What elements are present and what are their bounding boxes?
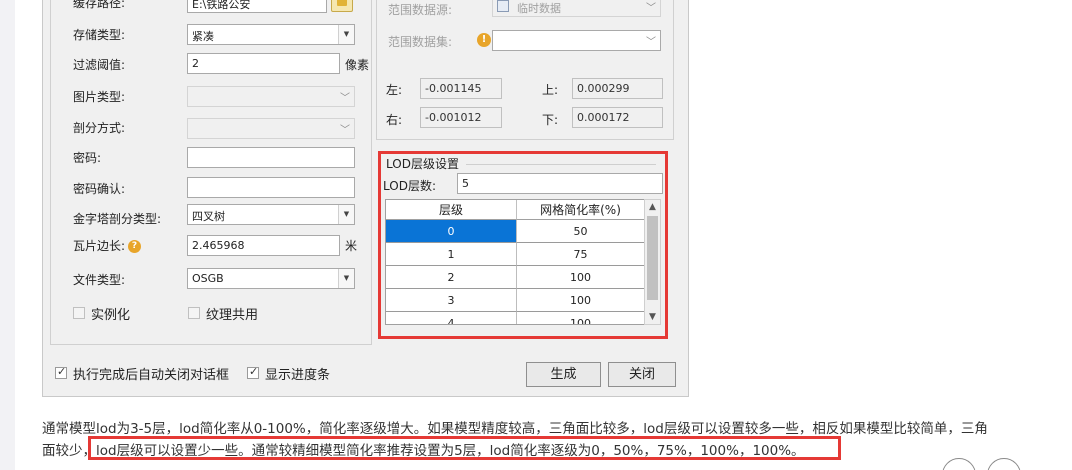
dropdown-arrow-icon[interactable]: ▼ [338, 205, 354, 224]
bound-top-value[interactable]: 0.000299 [572, 78, 663, 99]
page-gutter [0, 0, 15, 470]
table-row-level[interactable]: 2 [386, 266, 517, 289]
range-dataset-select[interactable]: ﹀ [492, 30, 661, 51]
dropdown-arrow-icon[interactable]: ▼ [338, 269, 354, 288]
tile-side-length-text: 瓦片边长: [73, 239, 126, 253]
table-row-rate[interactable]: 100 [517, 312, 644, 324]
column-header-level[interactable]: 层级 [386, 200, 517, 220]
image-type-label: 图片类型: [73, 90, 126, 104]
filter-threshold-unit: 像素 [345, 58, 370, 72]
image-type-select[interactable]: ﹀ [187, 86, 355, 107]
texture-sharing-checkbox[interactable] [188, 307, 200, 319]
tile-side-length-unit: 米 [345, 239, 358, 253]
tile-side-length-label: 瓦片边长:? [73, 237, 142, 254]
storage-type-value: 紧凑 [192, 30, 214, 43]
lod-settings-highlight: LOD层级设置 LOD层数: 5 层级 网格简化率(%) 0 50 1 75 2… [378, 151, 668, 339]
bound-bottom-label: 下: [542, 113, 559, 127]
dropdown-arrow-icon[interactable]: ▼ [338, 25, 354, 44]
confirm-password-input[interactable] [187, 177, 355, 198]
bound-left-value[interactable]: -0.001145 [420, 78, 502, 99]
password-input[interactable] [187, 147, 355, 168]
generate-button[interactable]: 生成 [526, 362, 601, 387]
pyramid-split-type-label: 金字塔剖分类型: [73, 212, 162, 226]
auto-close-checkbox[interactable] [55, 365, 67, 379]
show-progress-label: 显示进度条 [265, 368, 331, 383]
password-label: 密码: [73, 151, 102, 165]
column-header-simplify-rate[interactable]: 网格简化率(%) [517, 200, 644, 220]
table-row-level[interactable]: 0 [386, 220, 517, 243]
range-datasource-select[interactable]: 临时数据 ﹀ [492, 0, 661, 17]
split-mode-label: 剖分方式: [73, 121, 126, 135]
cache-path-label: 缓存路径: [73, 0, 126, 10]
table-row-rate[interactable]: 75 [517, 243, 644, 266]
close-button[interactable]: 关闭 [608, 362, 676, 387]
chevron-down-icon: ﹀ [340, 125, 350, 136]
show-progress-checkbox[interactable] [247, 365, 259, 379]
filter-threshold-input[interactable]: 2 [187, 53, 340, 74]
tile-side-length-input[interactable]: 2.465968 [187, 235, 340, 256]
instancing-label: 实例化 [91, 308, 131, 323]
pyramid-split-type-value: 四叉树 [192, 210, 225, 223]
bound-right-value[interactable]: -0.001012 [420, 107, 502, 128]
scroll-down-icon[interactable]: ▼ [645, 310, 660, 324]
lod-count-label: LOD层数: [383, 179, 436, 193]
chevron-down-icon: ﹀ [646, 37, 656, 48]
filter-threshold-label: 过滤阈值: [73, 58, 126, 72]
chevron-down-icon: ﹀ [340, 93, 350, 104]
lod-count-input[interactable]: 5 [457, 173, 663, 194]
range-datasource-label: 范围数据源: [388, 3, 453, 17]
group-divider [466, 164, 656, 165]
lod-settings-group: LOD层级设置 LOD层数: 5 层级 网格简化率(%) 0 50 1 75 2… [381, 154, 665, 336]
file-type-select[interactable]: OSGB ▼ [187, 268, 355, 289]
cache-path-field[interactable]: E:\铁路公安 [187, 0, 327, 13]
pyramid-split-type-select[interactable]: 四叉树 ▼ [187, 204, 355, 225]
storage-type-select[interactable]: 紧凑 ▼ [187, 24, 355, 45]
table-row-level[interactable]: 4 [386, 312, 517, 324]
table-row-level[interactable]: 3 [386, 289, 517, 312]
chevron-down-icon: ﹀ [646, 3, 656, 14]
warning-icon: ! [477, 33, 491, 47]
help-icon[interactable]: ? [128, 240, 142, 253]
table-row-level[interactable]: 1 [386, 243, 517, 266]
scrollbar-thumb[interactable] [647, 216, 658, 300]
bound-top-label: 上: [542, 83, 559, 97]
bound-left-label: 左: [386, 83, 403, 97]
split-mode-select[interactable]: ﹀ [187, 118, 355, 139]
confirm-password-label: 密码确认: [73, 182, 126, 196]
browse-folder-button[interactable] [331, 0, 353, 12]
cache-settings-panel [50, 0, 372, 345]
table-row-rate[interactable]: 100 [517, 266, 644, 289]
bound-bottom-value[interactable]: 0.000172 [572, 107, 663, 128]
scroll-up-icon[interactable]: ▲ [645, 200, 660, 214]
file-type-label: 文件类型: [73, 273, 126, 287]
lod-table-scrollbar[interactable]: ▲ ▼ [644, 199, 661, 325]
bound-right-label: 右: [386, 113, 403, 127]
lod-group-title: LOD层级设置 [386, 157, 459, 171]
article-highlight-box [88, 436, 841, 460]
texture-sharing-label: 纹理共用 [206, 308, 259, 323]
file-type-value: OSGB [192, 272, 224, 285]
lod-table: 层级 网格简化率(%) 0 50 1 75 2 100 3 100 4 100 [385, 199, 645, 325]
datasource-icon [497, 0, 509, 12]
range-datasource-value: 临时数据 [517, 2, 561, 15]
range-dataset-label: 范围数据集: [388, 35, 453, 49]
auto-close-label: 执行完成后自动关闭对话框 [73, 368, 230, 383]
table-row-rate[interactable]: 50 [517, 220, 644, 243]
storage-type-label: 存储类型: [73, 28, 126, 42]
table-row-rate[interactable]: 100 [517, 289, 644, 312]
instancing-checkbox[interactable] [73, 307, 85, 319]
